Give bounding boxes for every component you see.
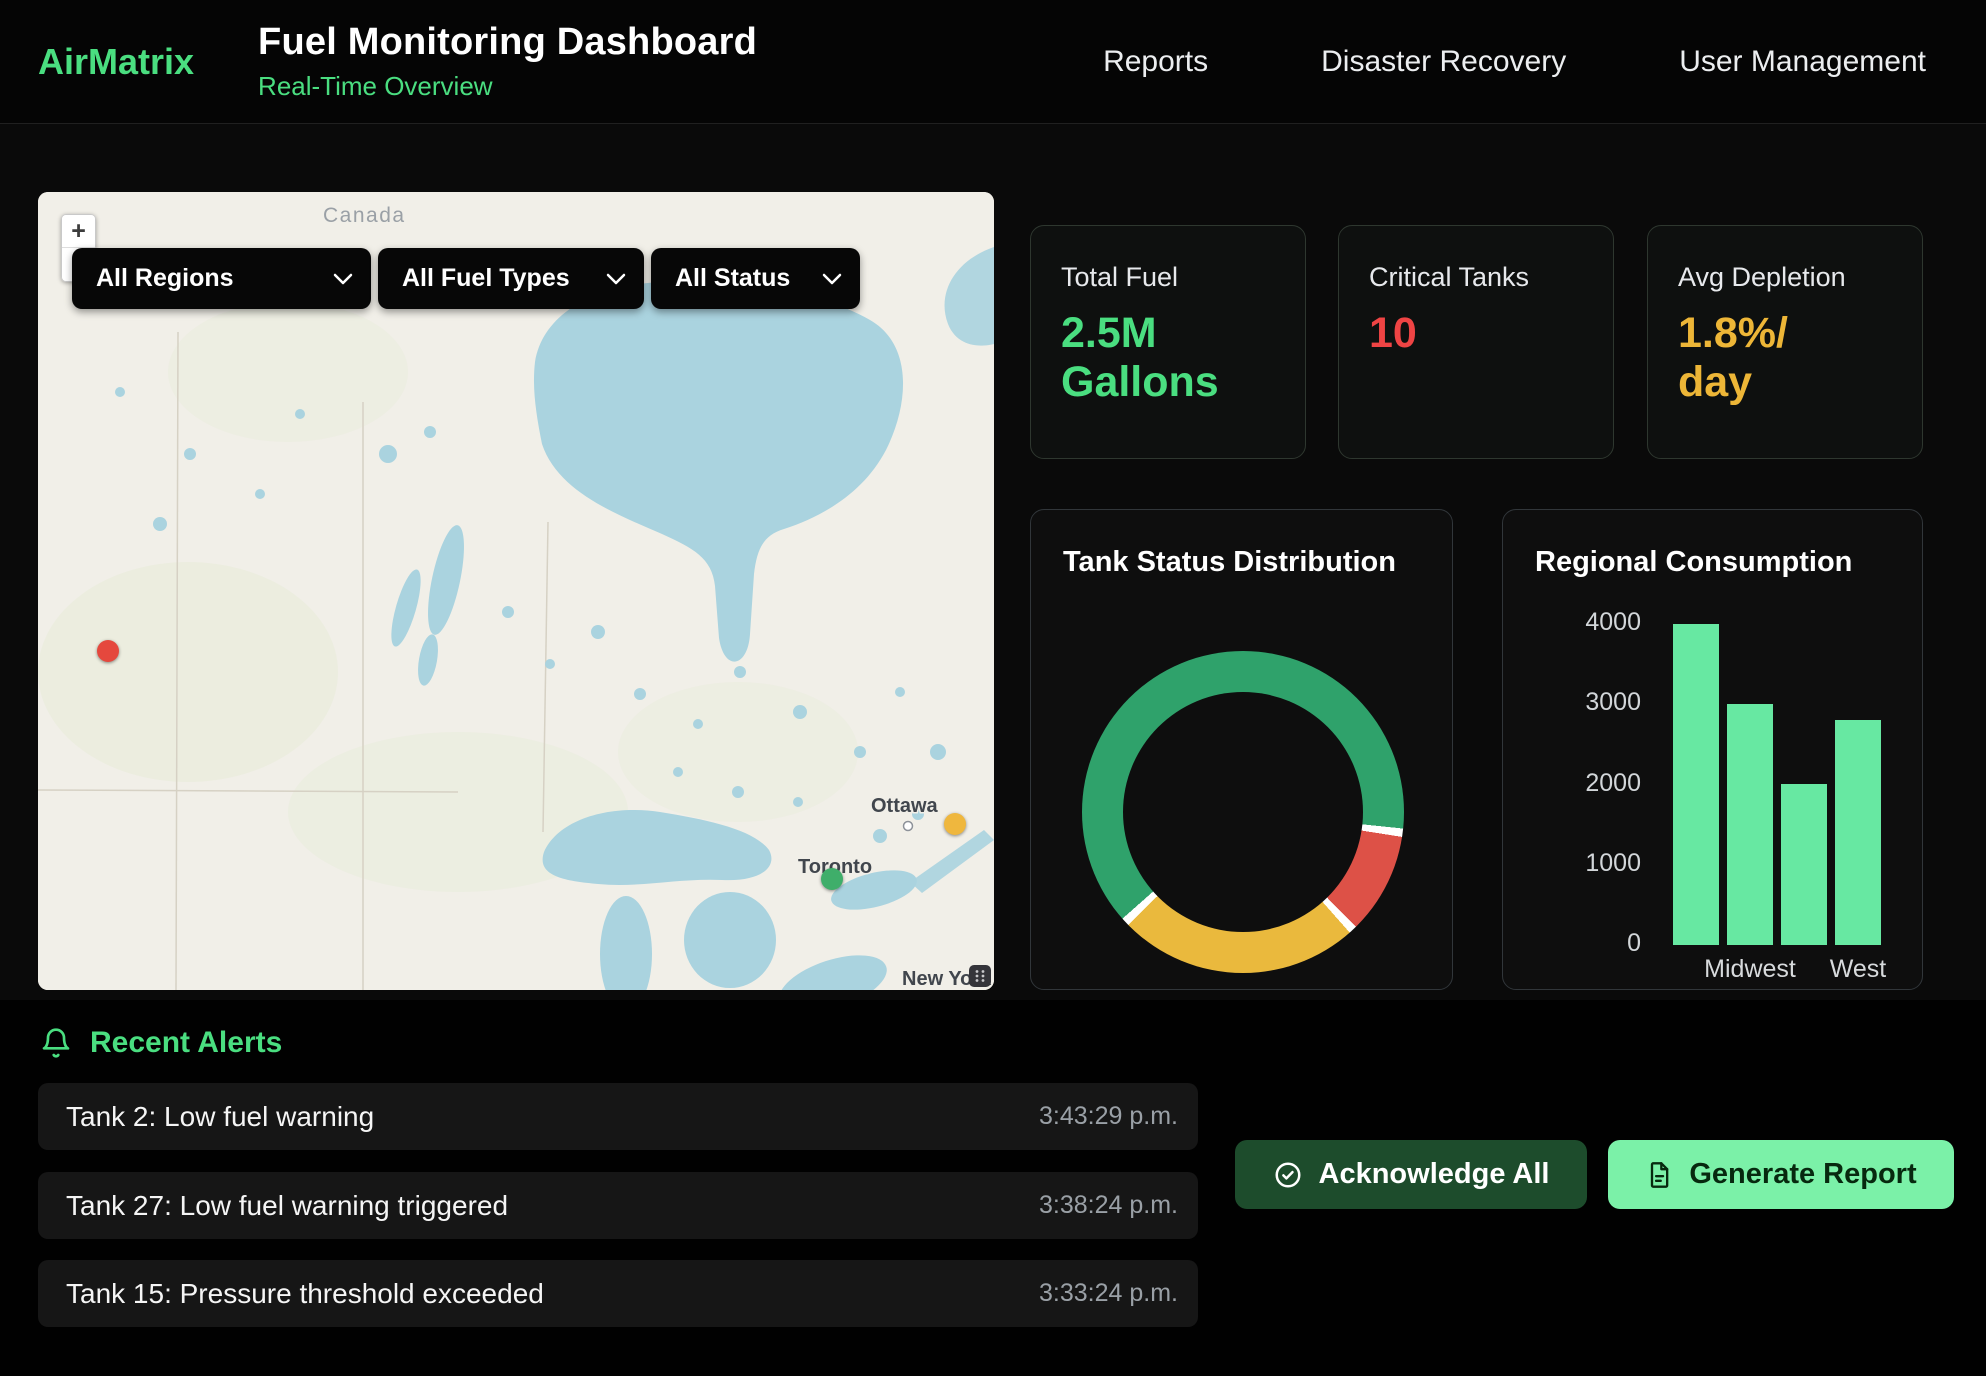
consumption-bar: [1673, 624, 1719, 945]
y-tick-label: 2000: [1585, 769, 1641, 798]
status-filter-dropdown[interactable]: All Status: [651, 248, 860, 309]
generate-report-label: Generate Report: [1689, 1158, 1916, 1191]
y-tick-label: 1000: [1585, 849, 1641, 878]
map-zoom-in-button[interactable]: +: [62, 215, 95, 248]
total-fuel-value: 2.5M Gallons: [1061, 309, 1233, 408]
map-label-ottawa: Ottawa: [871, 795, 939, 817]
alerts-heading: Recent Alerts: [90, 1026, 282, 1060]
page-title: Fuel Monitoring Dashboard: [258, 21, 757, 64]
x-tick-label: West: [1835, 955, 1881, 984]
chevron-down-icon: [606, 273, 626, 285]
y-tick-label: 0: [1627, 929, 1641, 958]
region-filter-value: All Regions: [96, 264, 234, 293]
tank-status-donut: [1082, 651, 1404, 973]
x-tick-label: [1781, 955, 1827, 984]
avg-depletion-card: Avg Depletion 1.8%/ day: [1647, 225, 1923, 459]
recent-alerts-section: Recent Alerts Tank 2: Low fuel warning 3…: [0, 1000, 1986, 1376]
total-fuel-card: Total Fuel 2.5M Gallons: [1030, 225, 1306, 459]
chart-title: Tank Status Distribution: [1063, 546, 1420, 579]
fuel-type-filter-value: All Fuel Types: [402, 264, 570, 293]
tank-marker-warning[interactable]: [944, 813, 966, 835]
tank-status-distribution-card: Tank Status Distribution: [1030, 509, 1453, 990]
bar-chart-plot: [1673, 624, 1881, 945]
acknowledge-all-button[interactable]: Acknowledge All: [1235, 1140, 1587, 1209]
map-filter-bar: All Regions All Fuel Types All Status: [72, 248, 860, 309]
chart-title: Regional Consumption: [1535, 546, 1890, 579]
alert-row[interactable]: Tank 15: Pressure threshold exceeded 3:3…: [38, 1260, 1198, 1327]
alert-message: Tank 15: Pressure threshold exceeded: [66, 1278, 544, 1310]
map-canvas[interactable]: Canada Ottawa Toronto New York: [38, 192, 994, 990]
map-panel[interactable]: Canada Ottawa Toronto New York + − All R…: [38, 192, 994, 990]
alert-row[interactable]: Tank 27: Low fuel warning triggered 3:38…: [38, 1172, 1198, 1239]
region-filter-dropdown[interactable]: All Regions: [72, 248, 371, 309]
generate-report-button[interactable]: Generate Report: [1608, 1140, 1954, 1209]
chevron-down-icon: [333, 273, 353, 285]
regional-consumption-card: Regional Consumption 0 1000 2000 3000 4000 M…: [1502, 509, 1923, 990]
y-tick-label: 3000: [1585, 688, 1641, 717]
consumption-bar: [1727, 704, 1773, 945]
bell-icon: [40, 1027, 72, 1059]
document-icon: [1645, 1160, 1673, 1190]
stat-label: Avg Depletion: [1678, 262, 1892, 293]
critical-tanks-card: Critical Tanks 10: [1338, 225, 1614, 459]
nav-user-management[interactable]: User Management: [1679, 45, 1926, 79]
alert-message: Tank 27: Low fuel warning triggered: [66, 1190, 508, 1222]
nav-reports[interactable]: Reports: [1103, 45, 1208, 79]
fuel-type-filter-dropdown[interactable]: All Fuel Types: [378, 248, 644, 309]
acknowledge-all-label: Acknowledge All: [1319, 1158, 1550, 1191]
alert-time: 3:38:24 p.m.: [1039, 1191, 1178, 1220]
alerts-header: Recent Alerts: [40, 1026, 282, 1060]
tank-marker-critical[interactable]: [97, 640, 119, 662]
avg-depletion-value: 1.8%/ day: [1678, 309, 1850, 408]
consumption-bar: [1781, 784, 1827, 945]
x-tick-label: Midwest: [1727, 955, 1773, 984]
status-filter-value: All Status: [675, 264, 790, 293]
y-tick-label: 4000: [1585, 608, 1641, 637]
map-resize-handle[interactable]: [969, 965, 991, 987]
page-subtitle: Real-Time Overview: [258, 71, 757, 102]
title-block: Fuel Monitoring Dashboard Real-Time Over…: [258, 21, 757, 102]
nav-disaster-recovery[interactable]: Disaster Recovery: [1321, 45, 1566, 79]
app-header: AirMatrix Fuel Monitoring Dashboard Real…: [0, 0, 1986, 124]
critical-tanks-value: 10: [1369, 309, 1541, 358]
brand-logo[interactable]: AirMatrix: [38, 41, 194, 83]
alert-row[interactable]: Tank 2: Low fuel warning 3:43:29 p.m.: [38, 1083, 1198, 1150]
bar-chart-x-labels: Midwest West: [1673, 955, 1881, 984]
drag-dots-icon: [974, 969, 986, 983]
chevron-down-icon: [822, 273, 842, 285]
alert-time: 3:43:29 p.m.: [1039, 1102, 1178, 1131]
main-nav: Reports Disaster Recovery User Managemen…: [1103, 45, 1926, 79]
bar-chart: 01000200030004000: [1503, 624, 1922, 945]
lake-huron: [684, 892, 776, 988]
tank-marker-normal[interactable]: [821, 868, 843, 890]
stat-label: Total Fuel: [1061, 262, 1275, 293]
check-circle-icon: [1273, 1160, 1303, 1190]
stat-label: Critical Tanks: [1369, 262, 1583, 293]
alert-time: 3:33:24 p.m.: [1039, 1279, 1178, 1308]
bar-chart-y-axis: 01000200030004000: [1503, 624, 1641, 945]
consumption-bar: [1835, 720, 1881, 945]
ottawa-town-dot: [904, 822, 913, 831]
alert-message: Tank 2: Low fuel warning: [66, 1101, 374, 1133]
map-label-country: Canada: [323, 204, 406, 227]
